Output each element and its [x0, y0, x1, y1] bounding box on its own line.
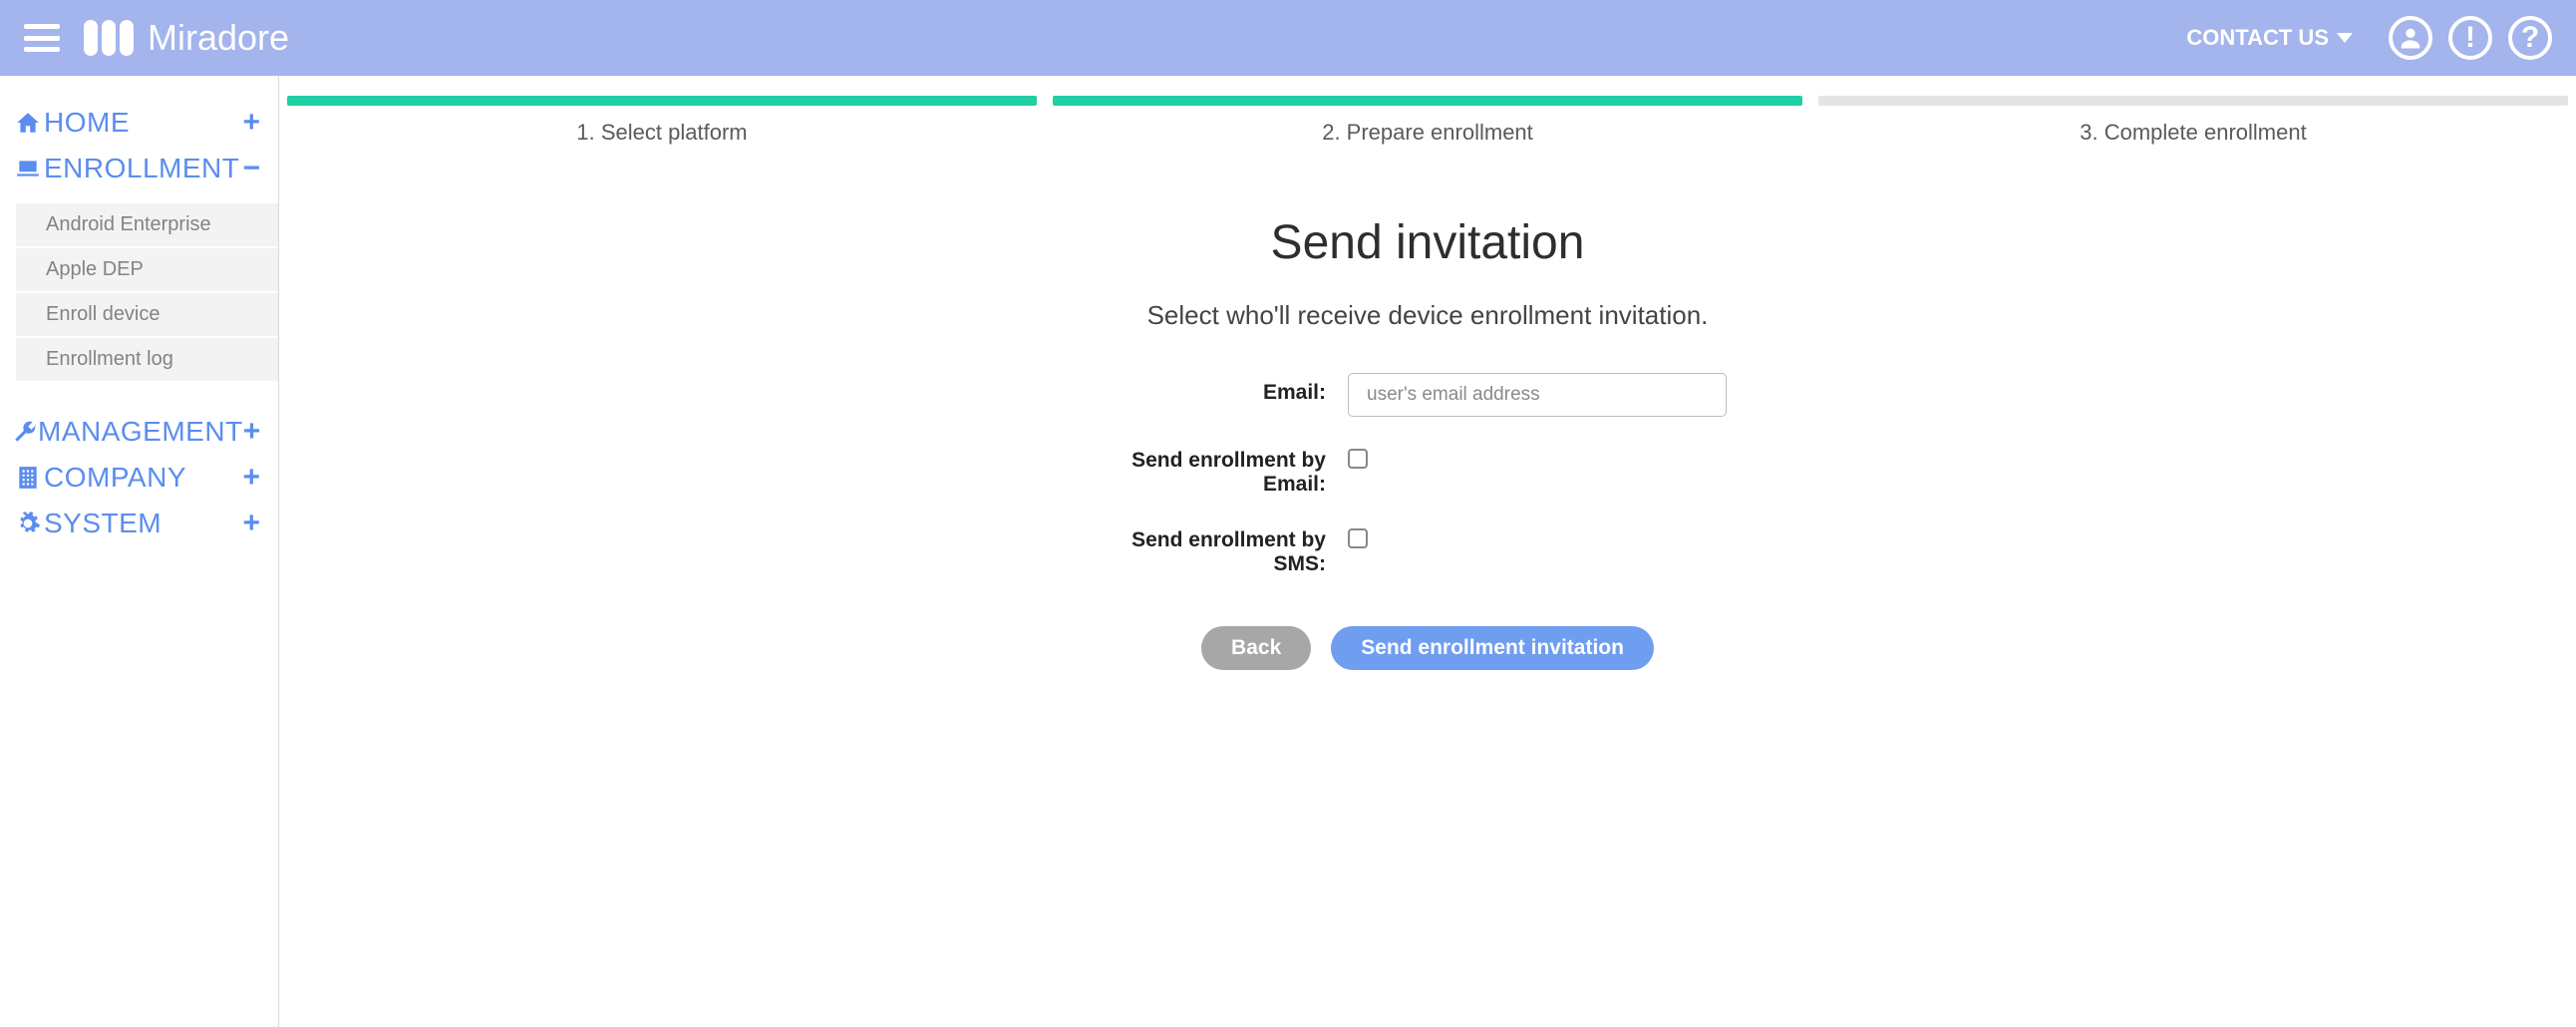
menu-toggle-icon[interactable] — [24, 24, 60, 52]
nav-company[interactable]: COMPANY + — [0, 455, 278, 501]
nav-system-label: SYSTEM — [44, 508, 242, 539]
sidebar: HOME + ENROLLMENT − Android Enterprise A… — [0, 76, 279, 1027]
user-account-icon[interactable] — [2389, 16, 2432, 60]
step-label: 2. Prepare enrollment — [1053, 120, 1802, 146]
step-bar — [287, 96, 1037, 106]
brand-name: Miradore — [148, 17, 289, 59]
nav-enrollment-label: ENROLLMENT — [44, 153, 242, 184]
step-bar — [1053, 96, 1802, 106]
page-subtitle: Select who'll receive device enrollment … — [287, 300, 2568, 331]
send-invitation-button[interactable]: Send enrollment invitation — [1331, 626, 1654, 670]
brand-logo[interactable]: Miradore — [84, 17, 289, 59]
step-label: 1. Select platform — [287, 120, 1037, 146]
send-email-checkbox[interactable] — [1348, 449, 1368, 469]
wrench-icon — [12, 419, 38, 445]
chevron-down-icon — [2337, 33, 2353, 43]
logo-icon — [84, 20, 134, 56]
gear-icon — [12, 511, 44, 536]
send-sms-label: Send enrollment by SMS: — [1109, 520, 1348, 576]
expand-icon[interactable]: + — [242, 106, 260, 140]
send-sms-checkbox[interactable] — [1348, 528, 1368, 548]
nav-apple-dep[interactable]: Apple DEP — [16, 246, 278, 291]
help-icon[interactable]: ? — [2508, 16, 2552, 60]
main-panel: 1. Select platform 2. Prepare enrollment… — [279, 76, 2576, 1027]
collapse-icon[interactable]: − — [242, 152, 260, 185]
nav-home-label: HOME — [44, 107, 242, 139]
step-select-platform[interactable]: 1. Select platform — [287, 96, 1037, 146]
wizard-steps: 1. Select platform 2. Prepare enrollment… — [287, 76, 2568, 146]
page-title: Send invitation — [287, 215, 2568, 270]
expand-icon[interactable]: + — [242, 507, 260, 540]
alert-icon[interactable]: ! — [2448, 16, 2492, 60]
step-prepare-enrollment[interactable]: 2. Prepare enrollment — [1053, 96, 1802, 146]
step-label: 3. Complete enrollment — [1818, 120, 2568, 146]
nav-home[interactable]: HOME + — [0, 100, 278, 146]
email-label: Email: — [1109, 373, 1348, 405]
nav-management-label: MANAGEMENT — [38, 416, 243, 448]
home-icon — [12, 110, 44, 136]
step-bar — [1818, 96, 2568, 106]
back-button[interactable]: Back — [1201, 626, 1311, 670]
contact-us-dropdown[interactable]: CONTACT US — [2186, 25, 2353, 51]
nav-android-enterprise[interactable]: Android Enterprise — [16, 201, 278, 246]
expand-icon[interactable]: + — [242, 461, 260, 495]
expand-icon[interactable]: + — [243, 415, 261, 449]
invitation-form: Email: Send enrollment by Email: Send en… — [1109, 373, 1747, 670]
contact-us-label: CONTACT US — [2186, 25, 2329, 51]
nav-enrollment-log[interactable]: Enrollment log — [16, 336, 278, 381]
nav-system[interactable]: SYSTEM + — [0, 501, 278, 546]
nav-enrollment[interactable]: ENROLLMENT − — [0, 146, 278, 191]
app-header: Miradore CONTACT US ! ? — [0, 0, 2576, 76]
nav-company-label: COMPANY — [44, 462, 242, 494]
building-icon — [12, 465, 44, 491]
nav-management[interactable]: MANAGEMENT + — [0, 409, 278, 455]
nav-enroll-device[interactable]: Enroll device — [16, 291, 278, 336]
nav-enrollment-children: Android Enterprise Apple DEP Enroll devi… — [16, 201, 278, 381]
send-email-label: Send enrollment by Email: — [1109, 441, 1348, 497]
step-complete-enrollment[interactable]: 3. Complete enrollment — [1818, 96, 2568, 146]
laptop-icon — [12, 156, 44, 181]
email-input[interactable] — [1348, 373, 1727, 417]
